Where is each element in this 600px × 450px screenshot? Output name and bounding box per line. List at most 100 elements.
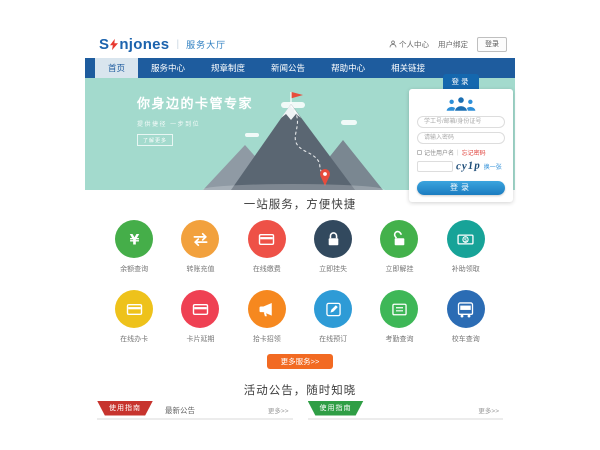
personal-center-label: 个人中心 <box>399 39 429 50</box>
nav-item[interactable]: 服务中心 <box>138 58 198 78</box>
yuan-icon: ¥ <box>124 229 145 250</box>
nav-item[interactable]: 帮助中心 <box>318 58 378 78</box>
service-item[interactable]: 拾卡招领 <box>234 290 300 344</box>
service-circle <box>314 290 352 328</box>
edit-icon <box>323 299 344 320</box>
hero-cta-button[interactable]: 了解更多 <box>137 134 173 146</box>
hero-text: 你身边的卡管专家 提供捷径 一步到位 了解更多 <box>137 93 253 147</box>
megaphone-icon <box>256 299 277 320</box>
person-icon <box>389 40 397 48</box>
service-item[interactable]: 卡片延期 <box>167 290 233 344</box>
header-links: 个人中心 用户绑定 登录 <box>389 37 507 52</box>
list-icon <box>389 299 410 320</box>
service-item[interactable]: 在线办卡 <box>101 290 167 344</box>
personal-center-link[interactable]: 个人中心 <box>389 39 429 50</box>
service-label: 卡片延期 <box>167 334 233 344</box>
user-binding-link[interactable]: 用户绑定 <box>438 39 468 50</box>
service-item[interactable]: ¥ 余额查询 <box>101 220 167 274</box>
captcha-input[interactable] <box>417 161 453 172</box>
login-submit-button[interactable]: 登录 <box>417 181 505 195</box>
service-label: 考勤查询 <box>366 334 432 344</box>
service-label: 在线预订 <box>300 334 366 344</box>
banknote-icon: $ <box>455 229 476 250</box>
service-item[interactable]: 考勤查询 <box>366 290 432 344</box>
service-item[interactable]: 在线预订 <box>300 290 366 344</box>
unlock-icon <box>389 229 410 250</box>
logo-text-end: njones <box>119 36 169 53</box>
service-circle <box>314 220 352 258</box>
page: S njones | 服务大厅 个人中心 用户绑定 登录 首页服务中心规 <box>85 30 515 420</box>
card-icon <box>124 299 145 320</box>
remember-checkbox[interactable] <box>417 150 422 155</box>
service-circle <box>447 290 485 328</box>
header: S njones | 服务大厅 个人中心 用户绑定 登录 <box>85 30 515 58</box>
remember-label: 记住用户名 <box>424 148 454 157</box>
user-binding-label: 用户绑定 <box>438 39 468 50</box>
hero-subtitle: 提供捷径 一步到位 <box>137 119 253 128</box>
service-label: 补助领取 <box>433 264 499 274</box>
announcements-tabs: 使用指南 最新公告 更多>> 使用指南 更多>> <box>85 402 515 420</box>
forgot-password-link[interactable]: 忘记密码 <box>462 148 486 157</box>
service-circle <box>380 220 418 258</box>
svg-text:¥: ¥ <box>129 232 139 248</box>
captcha-image: cy1p <box>456 160 481 173</box>
announcements-section: 活动公告，随时知晓 使用指南 最新公告 更多>> 使用指南 更多>> <box>85 382 515 420</box>
announcements-title: 活动公告，随时知晓 <box>85 382 515 398</box>
users-icon <box>444 95 478 112</box>
remember-row: 记住用户名 | 忘记密码 <box>417 148 505 157</box>
screenshot-canvas: S njones | 服务大厅 个人中心 用户绑定 登录 首页服务中心规 <box>0 0 600 450</box>
logo-bolt-icon <box>110 38 118 51</box>
ribbon-right[interactable]: 使用指南 <box>308 401 364 416</box>
header-login-button[interactable]: 登录 <box>477 37 507 52</box>
service-circle <box>181 290 219 328</box>
username-input[interactable] <box>417 116 505 128</box>
service-circle: $ <box>447 220 485 258</box>
service-label: 余额查询 <box>101 264 167 274</box>
service-circle <box>248 220 286 258</box>
nav-item[interactable]: 首页 <box>95 58 138 78</box>
lock-icon <box>323 229 344 250</box>
service-circle <box>248 290 286 328</box>
service-label: 拾卡招领 <box>234 334 300 344</box>
login-tab[interactable]: 登录 <box>443 74 479 89</box>
service-label: 在线办卡 <box>101 334 167 344</box>
service-circle <box>181 220 219 258</box>
hero-title: 你身边的卡管专家 <box>137 93 253 112</box>
more-link-right[interactable]: 更多>> <box>478 405 503 415</box>
more-link-left[interactable]: 更多>> <box>268 405 293 415</box>
service-item[interactable]: 在线缴费 <box>234 220 300 274</box>
service-item[interactable]: 立即挂失 <box>300 220 366 274</box>
service-circle: ¥ <box>115 220 153 258</box>
announcements-left-column: 使用指南 最新公告 更多>> <box>97 402 293 420</box>
service-item[interactable]: $ 补助领取 <box>433 220 499 274</box>
nav-item[interactable]: 新闻公告 <box>258 58 318 78</box>
site-name: 服务大厅 <box>186 38 226 51</box>
service-label: 转账充值 <box>167 264 233 274</box>
more-services-button[interactable]: 更多服务>> <box>267 354 333 369</box>
announcements-right-column: 使用指南 更多>> <box>308 402 504 420</box>
service-item[interactable]: 校车查询 <box>433 290 499 344</box>
services-section: 一站服务，方便快捷 ¥余额查询转账充值在线缴费立即挂失立即解挂$补助领取在线办卡… <box>85 190 515 369</box>
login-panel: 登录 记住用户名 | <box>409 74 513 202</box>
hero-banner: 你身边的卡管专家 提供捷径 一步到位 了解更多 <box>85 78 515 190</box>
latest-announcements-tab[interactable]: 最新公告 <box>165 405 195 416</box>
card-icon <box>256 229 277 250</box>
bus-icon <box>455 299 476 320</box>
service-item[interactable]: 立即解挂 <box>366 220 432 274</box>
card-icon <box>190 299 211 320</box>
logo: S njones | 服务大厅 <box>99 36 226 53</box>
logo-text-start: S <box>99 36 109 53</box>
services-grid: ¥ 余额查询转账充值在线缴费立即挂失立即解挂 $ 补助领取在线办卡卡片延期拾卡招领在线… <box>85 220 515 360</box>
captcha-refresh-link[interactable]: 换一张 <box>484 162 502 171</box>
ribbon-left[interactable]: 使用指南 <box>97 401 153 416</box>
service-item[interactable]: 转账充值 <box>167 220 233 274</box>
transfer-icon <box>190 229 211 250</box>
remember-separator: | <box>457 150 459 156</box>
password-input[interactable] <box>417 132 505 144</box>
nav-item[interactable]: 规章制度 <box>198 58 258 78</box>
service-label: 校车查询 <box>433 334 499 344</box>
service-circle <box>380 290 418 328</box>
captcha-row: cy1p 换一张 <box>417 160 505 172</box>
login-form: 记住用户名 | 忘记密码 cy1p 换一张 登录 <box>409 89 513 202</box>
service-circle <box>115 290 153 328</box>
